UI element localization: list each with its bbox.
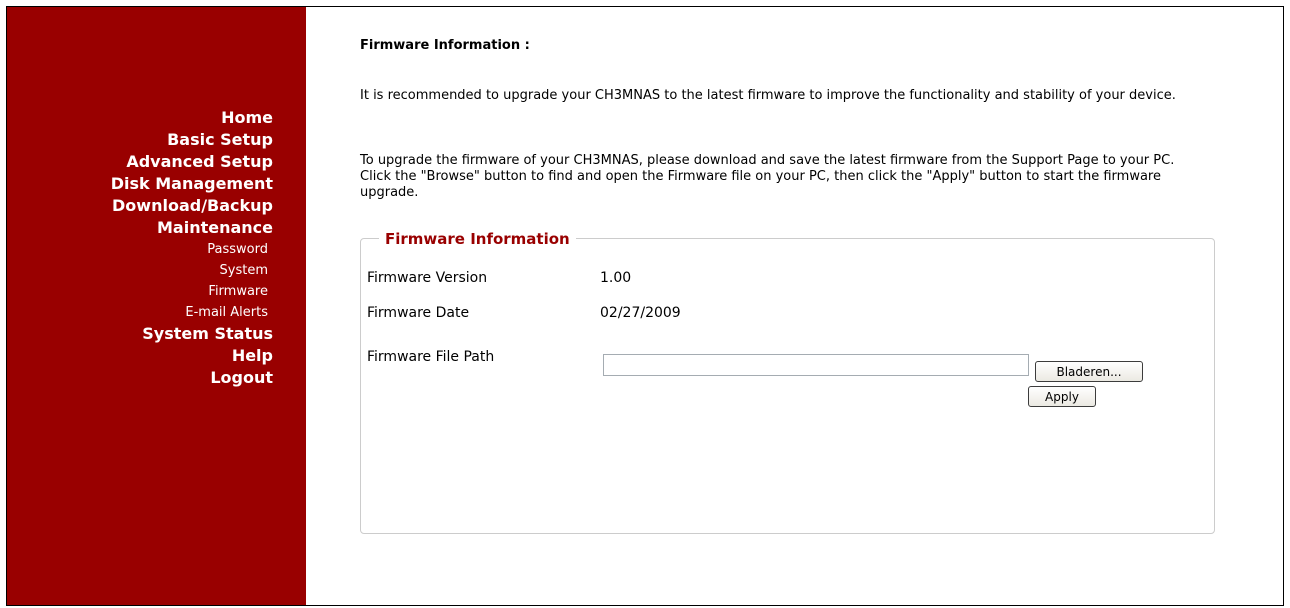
firmware-file-path-label: Firmware File Path bbox=[367, 349, 495, 365]
sidebar-subitem-firmware[interactable]: Firmware bbox=[111, 281, 273, 302]
sidebar-item-home[interactable]: Home bbox=[111, 107, 273, 129]
fieldset-legend: Firmware Information bbox=[379, 230, 576, 248]
sidebar-item-download-backup[interactable]: Download/Backup bbox=[111, 195, 273, 217]
firmware-date-label: Firmware Date bbox=[367, 305, 470, 321]
apply-button[interactable]: Apply bbox=[1028, 386, 1096, 407]
intro-paragraph: It is recommended to upgrade your CH3MNA… bbox=[360, 88, 1176, 103]
page-frame: Home Basic Setup Advanced Setup Disk Man… bbox=[6, 6, 1284, 606]
sidebar-item-basic-setup[interactable]: Basic Setup bbox=[111, 129, 273, 151]
browse-button[interactable]: Bladeren... bbox=[1035, 361, 1143, 382]
firmware-version-value: 1.00 bbox=[600, 270, 632, 286]
sidebar: Home Basic Setup Advanced Setup Disk Man… bbox=[7, 7, 306, 605]
sidebar-item-maintenance[interactable]: Maintenance bbox=[111, 217, 273, 239]
sidebar-item-help[interactable]: Help bbox=[111, 345, 273, 367]
firmware-info-fieldset: Firmware Information Firmware Version 1.… bbox=[360, 230, 1215, 534]
firmware-version-label: Firmware Version bbox=[367, 270, 488, 286]
sidebar-item-disk-management[interactable]: Disk Management bbox=[111, 173, 273, 195]
sidebar-item-advanced-setup[interactable]: Advanced Setup bbox=[111, 151, 273, 173]
sidebar-subitem-email-alerts[interactable]: E-mail Alerts bbox=[111, 302, 273, 323]
sidebar-subitem-password[interactable]: Password bbox=[111, 239, 273, 260]
sidebar-item-logout[interactable]: Logout bbox=[111, 367, 273, 389]
sidebar-item-system-status[interactable]: System Status bbox=[111, 323, 273, 345]
sidebar-nav: Home Basic Setup Advanced Setup Disk Man… bbox=[111, 107, 273, 389]
sidebar-subitem-system[interactable]: System bbox=[111, 260, 273, 281]
firmware-file-path-input[interactable] bbox=[603, 354, 1029, 376]
page-title: Firmware Information : bbox=[360, 38, 530, 53]
instructions-paragraph: To upgrade the firmware of your CH3MNAS,… bbox=[360, 153, 1175, 200]
firmware-date-value: 02/27/2009 bbox=[600, 305, 681, 321]
